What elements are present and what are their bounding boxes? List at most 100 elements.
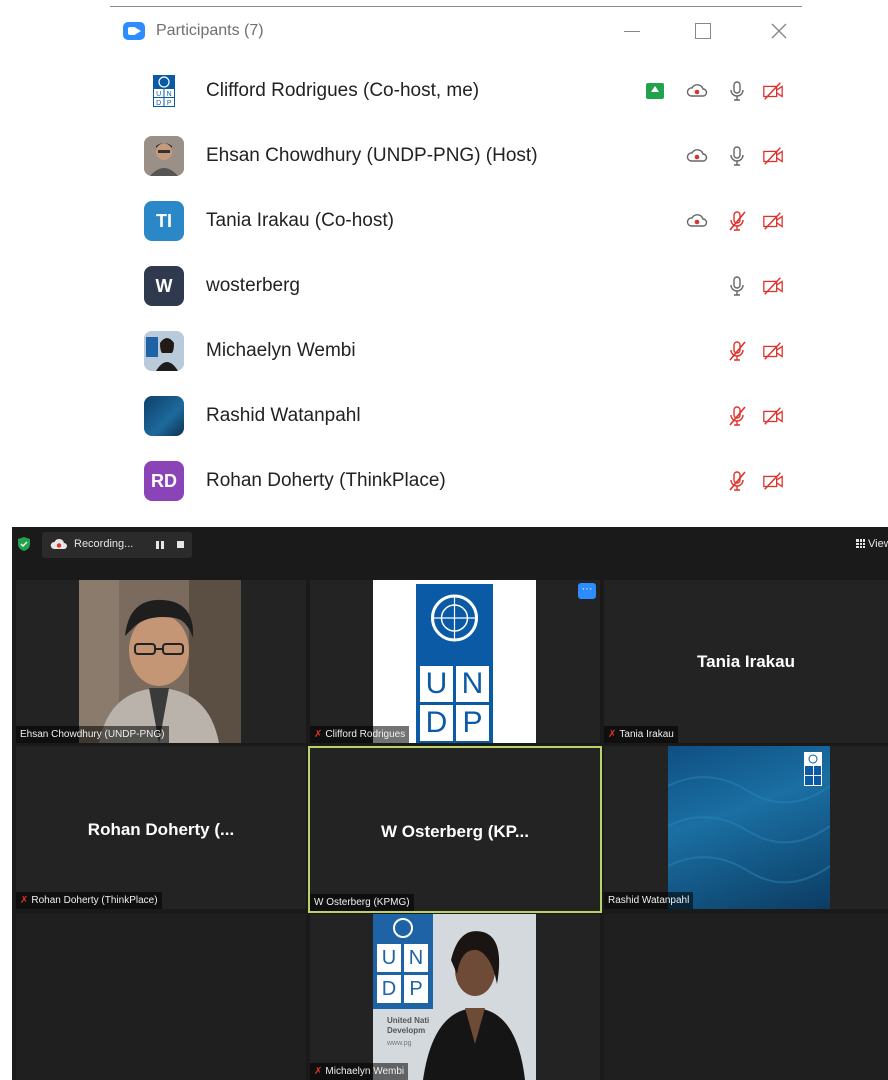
stop-recording-icon[interactable]	[177, 541, 184, 548]
participant-video	[79, 580, 241, 743]
logo-letter: D	[425, 706, 448, 739]
video-tile[interactable]: Rohan Doherty (... ✗ Rohan Doherty (Think…	[16, 746, 306, 909]
view-button[interactable]: View	[856, 538, 888, 550]
meeting-top-bar: Recording... View	[12, 527, 888, 563]
avatar	[144, 136, 184, 176]
logo-letter: U	[381, 947, 397, 969]
security-shield-icon[interactable]	[18, 537, 30, 551]
view-label: View	[868, 538, 888, 550]
participant-name: Rashid Watanpahl	[206, 405, 361, 426]
participant-name: wosterberg	[206, 275, 300, 296]
empty-tile	[604, 914, 888, 1080]
grid-view-icon	[856, 539, 865, 548]
tile-name-label: ✗ Rohan Doherty (ThinkPlace)	[16, 892, 162, 909]
pause-recording-icon[interactable]	[156, 541, 164, 549]
microphone-muted-icon[interactable]	[726, 469, 748, 493]
participant-row[interactable]: U N D P Clifford Rodrigues (Co-host, me)	[110, 59, 802, 123]
tile-name-label: ✗ Clifford Rodrigues	[310, 726, 410, 743]
tile-name-label: ✗ Tania Irakau	[604, 726, 678, 743]
banner-text: www.pg	[387, 1040, 412, 1047]
video-tile-active-speaker[interactable]: W Osterberg (KP... W Osterberg (KPMG)	[308, 746, 602, 913]
recording-cloud-icon	[686, 84, 708, 97]
video-off-icon[interactable]	[762, 274, 784, 298]
microphone-icon[interactable]	[726, 79, 748, 103]
participant-name: Tania Irakau (Co-host)	[206, 210, 394, 231]
avatar: TI	[144, 201, 184, 241]
microphone-muted-icon[interactable]	[726, 339, 748, 363]
minimize-icon	[624, 31, 640, 32]
video-tile[interactable]: Ehsan Chowdhury (UNDP-PNG)	[16, 580, 306, 743]
tile-name-label: ✗ Michaelyn Wembi	[310, 1063, 409, 1080]
participant-row[interactable]: RD Rohan Doherty (ThinkPlace)	[110, 449, 802, 513]
participant-video	[668, 746, 830, 909]
video-tile[interactable]: Tania Irakau ✗ Tania Irakau	[604, 580, 888, 743]
recording-cloud-icon	[686, 149, 708, 162]
person-photo-icon	[144, 136, 184, 176]
tile-center-name: Rohan Doherty (...	[87, 820, 235, 839]
minimize-button[interactable]	[619, 18, 645, 44]
logo-letter: D	[381, 978, 397, 1000]
video-off-icon[interactable]	[762, 404, 784, 428]
banner-text: Developm	[387, 1026, 426, 1035]
logo-letter: U	[425, 667, 448, 700]
close-icon	[771, 23, 787, 39]
tile-name-label: Ehsan Chowdhury (UNDP-PNG)	[16, 726, 169, 743]
participant-video: U N D P United Nati Developm www.pg	[373, 914, 536, 1080]
microphone-muted-icon[interactable]	[726, 404, 748, 428]
video-off-icon[interactable]	[762, 144, 784, 168]
participant-name: Michaelyn Wembi	[206, 340, 356, 361]
meeting-window: Recording... View Ehsan Chowdhury (UNDP-…	[12, 527, 888, 1080]
svg-text:D: D	[156, 100, 161, 107]
cloud-record-icon	[50, 538, 67, 549]
participant-row[interactable]: Rashid Watanpahl	[110, 384, 802, 448]
video-off-icon[interactable]	[762, 79, 784, 103]
video-tile[interactable]: Rashid Watanpahl	[604, 746, 888, 909]
avatar	[144, 396, 184, 436]
maximize-button[interactable]	[690, 18, 716, 44]
avatar: RD	[144, 461, 184, 501]
tile-center-name: Tania Irakau	[697, 652, 795, 671]
muted-mic-icon: ✗	[314, 1066, 323, 1077]
tile-name-label: W Osterberg (KPMG)	[310, 894, 414, 911]
microphone-muted-icon[interactable]	[726, 209, 748, 233]
participant-row[interactable]: Michaelyn Wembi	[110, 319, 802, 383]
avatar	[144, 331, 184, 371]
video-off-icon[interactable]	[762, 209, 784, 233]
panel-title: Participants (7)	[156, 22, 264, 39]
video-off-icon[interactable]	[762, 469, 784, 493]
undp-logo-icon	[373, 580, 536, 743]
svg-text:N: N	[167, 91, 172, 98]
participant-name: Ehsan Chowdhury (UNDP-PNG) (Host)	[206, 145, 538, 166]
person-photo-icon	[144, 331, 184, 371]
avatar: W	[144, 266, 184, 306]
tile-name-text: Michaelyn Wembi	[325, 1066, 405, 1077]
muted-mic-icon: ✗	[608, 729, 617, 740]
zoom-app-icon	[123, 22, 145, 40]
microphone-icon[interactable]	[726, 274, 748, 298]
recording-indicator: Recording...	[42, 532, 192, 558]
recording-cloud-icon	[686, 214, 708, 227]
participant-row[interactable]: Ehsan Chowdhury (UNDP-PNG) (Host)	[110, 124, 802, 188]
microphone-icon[interactable]	[726, 144, 748, 168]
tile-name-text: Rohan Doherty (ThinkPlace)	[31, 895, 158, 906]
muted-mic-icon: ✗	[314, 729, 323, 740]
undp-logo-icon: U N D P	[153, 75, 175, 107]
muted-mic-icon: ✗	[20, 895, 29, 906]
participant-name: Rohan Doherty (ThinkPlace)	[206, 470, 446, 491]
video-off-icon[interactable]	[762, 339, 784, 363]
empty-tile	[16, 914, 306, 1080]
participant-row[interactable]: TI Tania Irakau (Co-host)	[110, 189, 802, 253]
banner-text: United Nati	[387, 1016, 430, 1025]
participant-row[interactable]: W wosterberg	[110, 254, 802, 318]
video-tile[interactable]: U N D P ··· ✗ Clifford Rodrigues	[310, 580, 600, 743]
tile-name-text: Tania Irakau	[619, 729, 674, 740]
close-button[interactable]	[766, 18, 792, 44]
participant-video: U N D P	[373, 580, 536, 743]
more-options-button[interactable]: ···	[578, 583, 596, 599]
tile-name-label: Rashid Watanpahl	[604, 892, 694, 909]
person-photo-icon	[79, 580, 241, 743]
tile-center-name: W Osterberg (KP...	[381, 822, 529, 841]
share-screen-icon[interactable]	[646, 83, 664, 99]
video-tile[interactable]: U N D P United Nati Developm www.pg ✗ Mic…	[310, 914, 600, 1080]
participants-panel: Participants (7) U N D P Clifford Rodrig…	[110, 0, 802, 518]
